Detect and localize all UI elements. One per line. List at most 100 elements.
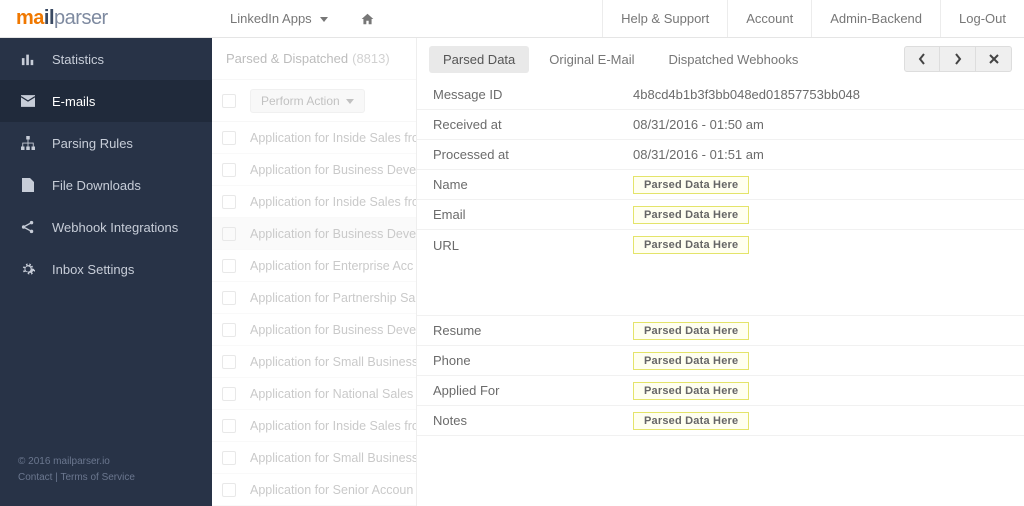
caret-down-icon <box>346 94 354 108</box>
email-list-row[interactable]: Application for Enterprise Acc <box>212 250 416 282</box>
email-list-row[interactable]: Application for Business Deve <box>212 154 416 186</box>
email-list-header: Parsed & Dispatched (8813) <box>212 38 416 80</box>
detail-field-row: ResumeParsed Data Here <box>417 316 1024 346</box>
parsed-data-placeholder: Parsed Data Here <box>633 382 749 400</box>
close-icon <box>989 54 999 64</box>
row-subject: Application for Business Deve <box>250 227 416 241</box>
tab-parsed-data[interactable]: Parsed Data <box>429 46 529 73</box>
email-list-row[interactable]: Application for Inside Sales fro <box>212 186 416 218</box>
sitemap-icon <box>18 136 38 150</box>
row-subject: Application for National Sales <box>250 387 413 401</box>
footer-tos-link[interactable]: Terms of Service <box>60 472 134 483</box>
field-label: URL <box>433 238 633 253</box>
detail-tabs: Parsed Data Original E-Mail Dispatched W… <box>417 38 1024 80</box>
sidebar-item-statistics[interactable]: Statistics <box>0 38 212 80</box>
row-subject: Application for Partnership Sa <box>250 291 415 305</box>
select-all-checkbox[interactable] <box>222 94 236 108</box>
row-subject: Application for Small Business <box>250 355 416 369</box>
top-nav: mailparser LinkedIn Apps Help & Support … <box>0 0 1024 38</box>
detail-field-row: PhoneParsed Data Here <box>417 346 1024 376</box>
field-label: Email <box>433 207 633 222</box>
sidebar-item-file-downloads[interactable]: File Downloads <box>0 164 212 206</box>
top-nav-right: Help & Support Account Admin-Backend Log… <box>602 0 1024 37</box>
sidebar-item-emails[interactable]: E-mails <box>0 80 212 122</box>
email-list-row[interactable]: Application for Senior Accoun <box>212 474 416 506</box>
row-subject: Application for Inside Sales fro <box>250 195 416 209</box>
section-gap <box>417 260 1024 316</box>
field-label: Notes <box>433 413 633 428</box>
prev-button[interactable] <box>904 46 940 72</box>
share-icon <box>18 220 38 234</box>
brand-logo[interactable]: mailparser <box>0 0 212 37</box>
detail-field-row: Applied ForParsed Data Here <box>417 376 1024 406</box>
home-icon <box>360 12 375 26</box>
sidebar-item-label: Inbox Settings <box>52 262 134 277</box>
row-checkbox[interactable] <box>222 387 236 401</box>
email-list-row[interactable]: Application for Inside Sales fro <box>212 410 416 442</box>
row-checkbox[interactable] <box>222 131 236 145</box>
detail-fields: Message ID4b8cd4b1b3f3bb048ed01857753bb0… <box>417 80 1024 506</box>
row-checkbox[interactable] <box>222 163 236 177</box>
row-checkbox[interactable] <box>222 419 236 433</box>
email-list-row[interactable]: Application for Small Business <box>212 442 416 474</box>
email-list-row[interactable]: Application for Business Deve <box>212 314 416 346</box>
brand-part1: ma <box>16 7 44 30</box>
close-button[interactable] <box>976 46 1012 72</box>
app-switcher-dropdown[interactable]: LinkedIn Apps <box>212 0 346 37</box>
sidebar-item-inbox-settings[interactable]: Inbox Settings <box>0 248 212 290</box>
detail-field-row: URLParsed Data Here <box>417 230 1024 260</box>
parsed-data-placeholder: Parsed Data Here <box>633 236 749 254</box>
field-value: Parsed Data Here <box>633 322 1008 340</box>
nav-logout[interactable]: Log-Out <box>940 0 1024 37</box>
parsed-data-placeholder: Parsed Data Here <box>633 206 749 224</box>
file-icon <box>18 178 38 192</box>
row-checkbox[interactable] <box>222 483 236 497</box>
row-checkbox[interactable] <box>222 355 236 369</box>
detail-field-row: EmailParsed Data Here <box>417 200 1024 230</box>
sidebar-item-label: Statistics <box>52 52 104 67</box>
row-subject: Application for Inside Sales fro <box>250 419 416 433</box>
perform-action-dropdown[interactable]: Perform Action <box>250 89 365 113</box>
field-value: Parsed Data Here <box>633 352 1008 370</box>
row-checkbox[interactable] <box>222 195 236 209</box>
row-subject: Application for Inside Sales fro <box>250 131 416 145</box>
email-list-row[interactable]: Application for National Sales <box>212 378 416 410</box>
next-button[interactable] <box>940 46 976 72</box>
field-value: 4b8cd4b1b3f3bb048ed01857753bb048 <box>633 87 1008 102</box>
gear-icon <box>18 262 38 276</box>
sidebar: Statistics E-mails Parsing Rules File Do… <box>0 38 212 506</box>
email-list-row[interactable]: Application for Inside Sales fro <box>212 122 416 154</box>
parsed-data-placeholder: Parsed Data Here <box>633 412 749 430</box>
detail-field-row: NotesParsed Data Here <box>417 406 1024 436</box>
chevron-left-icon <box>918 53 926 65</box>
nav-account[interactable]: Account <box>727 0 811 37</box>
list-header-count: (8813) <box>352 51 390 66</box>
footer-contact-link[interactable]: Contact <box>18 472 52 483</box>
tab-dispatched-webhooks[interactable]: Dispatched Webhooks <box>655 46 813 73</box>
field-value: 08/31/2016 - 01:51 am <box>633 147 1008 162</box>
row-checkbox[interactable] <box>222 451 236 465</box>
field-label: Resume <box>433 323 633 338</box>
nav-help-support[interactable]: Help & Support <box>602 0 727 37</box>
home-button[interactable] <box>346 0 389 37</box>
row-checkbox[interactable] <box>222 291 236 305</box>
tab-original-email[interactable]: Original E-Mail <box>535 46 648 73</box>
row-subject: Application for Small Business <box>250 451 416 465</box>
field-value: Parsed Data Here <box>633 206 1008 224</box>
sidebar-item-webhook-integrations[interactable]: Webhook Integrations <box>0 206 212 248</box>
field-label: Name <box>433 177 633 192</box>
email-list-row[interactable]: Application for Partnership Sa <box>212 282 416 314</box>
field-value: Parsed Data Here <box>633 412 1008 430</box>
row-checkbox[interactable] <box>222 227 236 241</box>
row-checkbox[interactable] <box>222 259 236 273</box>
email-list-row[interactable]: Application for Small Business <box>212 346 416 378</box>
sidebar-item-parsing-rules[interactable]: Parsing Rules <box>0 122 212 164</box>
email-list-row[interactable]: Application for Business Deve <box>212 218 416 250</box>
row-checkbox[interactable] <box>222 323 236 337</box>
list-action-row: Perform Action <box>212 80 416 122</box>
nav-admin-backend[interactable]: Admin-Backend <box>811 0 940 37</box>
detail-nav-buttons <box>904 46 1012 72</box>
field-label: Phone <box>433 353 633 368</box>
detail-field-row: Processed at08/31/2016 - 01:51 am <box>417 140 1024 170</box>
envelope-icon <box>18 94 38 108</box>
